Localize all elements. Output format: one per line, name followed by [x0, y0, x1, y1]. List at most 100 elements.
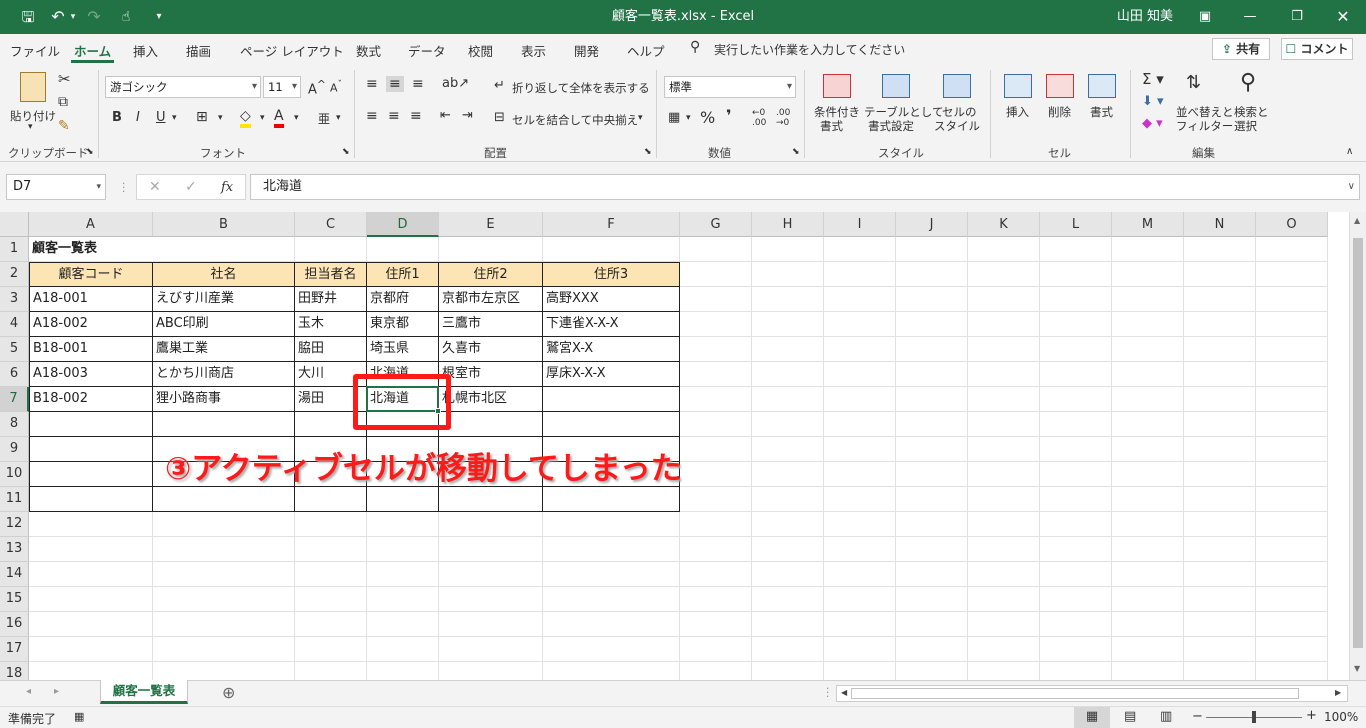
row-header-6[interactable]: 6 [0, 362, 29, 387]
cell-i7[interactable] [824, 387, 896, 412]
sort-filter-button[interactable]: ⇅ 並べ替えと フィルター [1174, 72, 1234, 140]
cell-h9[interactable] [752, 437, 824, 462]
cell-c14[interactable] [295, 562, 367, 587]
cell-a13[interactable] [29, 537, 153, 562]
cell-e2[interactable]: 住所2 [439, 262, 543, 287]
cell-i12[interactable] [824, 512, 896, 537]
row-header-7[interactable]: 7 [0, 387, 29, 412]
cell-l6[interactable] [1040, 362, 1112, 387]
cell-g7[interactable] [680, 387, 752, 412]
cell-b7[interactable]: 狸小路商事 [153, 387, 295, 412]
tab-insert[interactable]: 挿入 [133, 41, 158, 60]
cell-m15[interactable] [1112, 587, 1184, 612]
cell-n10[interactable] [1184, 462, 1256, 487]
column-header-o[interactable]: O [1256, 212, 1328, 237]
row-header-1[interactable]: 1 [0, 237, 29, 262]
font-launcher-icon[interactable]: ⬊ [342, 147, 350, 157]
fill-color-dropdown-icon[interactable]: ▾ [260, 113, 265, 123]
cell-a3[interactable]: A18-001 [29, 287, 153, 312]
cell-n15[interactable] [1184, 587, 1256, 612]
accounting-format-icon[interactable]: ▦ [668, 110, 680, 125]
cell-n12[interactable] [1184, 512, 1256, 537]
name-box[interactable]: D7 ▾ [6, 174, 106, 200]
cell-e3[interactable]: 京都市左京区 [439, 287, 543, 312]
cell-a10[interactable] [29, 462, 153, 487]
cell-a12[interactable] [29, 512, 153, 537]
cell-l11[interactable] [1040, 487, 1112, 512]
normal-view-icon[interactable]: ▦ [1074, 707, 1110, 728]
tab-review[interactable]: 校閲 [468, 41, 493, 60]
comma-style-icon[interactable]: ❜ [726, 106, 732, 125]
tab-file[interactable]: ファイル [10, 41, 60, 60]
column-header-k[interactable]: K [968, 212, 1040, 237]
cell-b6[interactable]: とかち川商店 [153, 362, 295, 387]
cell-d4[interactable]: 東京都 [367, 312, 439, 337]
cell-l4[interactable] [1040, 312, 1112, 337]
cell-o13[interactable] [1256, 537, 1328, 562]
cell-f5[interactable]: 鷲宮X-X [543, 337, 680, 362]
bold-button[interactable]: B [112, 110, 122, 125]
cell-e12[interactable] [439, 512, 543, 537]
format-painter-icon[interactable]: ✎ [58, 118, 70, 134]
cell-k13[interactable] [968, 537, 1040, 562]
cell-b17[interactable] [153, 637, 295, 662]
cell-k10[interactable] [968, 462, 1040, 487]
cell-m17[interactable] [1112, 637, 1184, 662]
orientation-icon[interactable]: ab↗ [442, 76, 469, 91]
format-as-table-button[interactable]: テーブルとして 書式設定 [862, 72, 943, 140]
cell-k3[interactable] [968, 287, 1040, 312]
column-header-f[interactable]: F [543, 212, 680, 237]
cell-k1[interactable] [968, 237, 1040, 262]
cell-k2[interactable] [968, 262, 1040, 287]
horizontal-scroll-thumb[interactable] [851, 688, 1299, 699]
cell-f7[interactable] [543, 387, 680, 412]
decrease-indent-icon[interactable]: ⇤ [440, 108, 451, 123]
cell-g14[interactable] [680, 562, 752, 587]
cell-g2[interactable] [680, 262, 752, 287]
cell-k9[interactable] [968, 437, 1040, 462]
cell-a17[interactable] [29, 637, 153, 662]
cell-h14[interactable] [752, 562, 824, 587]
cell-c3[interactable]: 田野井 [295, 287, 367, 312]
row-header-8[interactable]: 8 [0, 412, 29, 437]
insert-function-button[interactable]: fx [221, 180, 233, 195]
cell-i17[interactable] [824, 637, 896, 662]
cell-g18[interactable] [680, 662, 752, 680]
cell-m9[interactable] [1112, 437, 1184, 462]
cell-a2[interactable]: 顧客コード [29, 262, 153, 287]
tab-draw[interactable]: 描画 [186, 41, 211, 60]
cell-d2[interactable]: 住所1 [367, 262, 439, 287]
cell-j6[interactable] [896, 362, 968, 387]
cell-n7[interactable] [1184, 387, 1256, 412]
cell-j5[interactable] [896, 337, 968, 362]
cell-d17[interactable] [367, 637, 439, 662]
cell-d3[interactable]: 京都府 [367, 287, 439, 312]
macro-record-icon[interactable]: ▦ [74, 710, 84, 723]
scroll-right-icon[interactable]: ▶ [1335, 688, 1341, 697]
cell-h10[interactable] [752, 462, 824, 487]
cell-o18[interactable] [1256, 662, 1328, 680]
cell-f4[interactable]: 下連雀X-X-X [543, 312, 680, 337]
column-header-b[interactable]: B [153, 212, 295, 237]
cell-i4[interactable] [824, 312, 896, 337]
cut-icon[interactable]: ✂ [58, 70, 71, 88]
cell-l18[interactable] [1040, 662, 1112, 680]
cell-e14[interactable] [439, 562, 543, 587]
row-header-13[interactable]: 13 [0, 537, 29, 562]
tab-developer[interactable]: 開発 [574, 41, 599, 60]
cell-f13[interactable] [543, 537, 680, 562]
cell-i18[interactable] [824, 662, 896, 680]
cell-n5[interactable] [1184, 337, 1256, 362]
cell-o6[interactable] [1256, 362, 1328, 387]
column-header-m[interactable]: M [1112, 212, 1184, 237]
page-break-view-icon[interactable]: ▥ [1160, 709, 1172, 724]
cell-a11[interactable] [29, 487, 153, 512]
cell-l17[interactable] [1040, 637, 1112, 662]
customize-qat-icon[interactable]: ▾ [152, 0, 166, 34]
cell-h3[interactable] [752, 287, 824, 312]
cell-k17[interactable] [968, 637, 1040, 662]
cell-b12[interactable] [153, 512, 295, 537]
cell-o15[interactable] [1256, 587, 1328, 612]
cell-a9[interactable] [29, 437, 153, 462]
tab-formulas[interactable]: 数式 [356, 41, 381, 60]
